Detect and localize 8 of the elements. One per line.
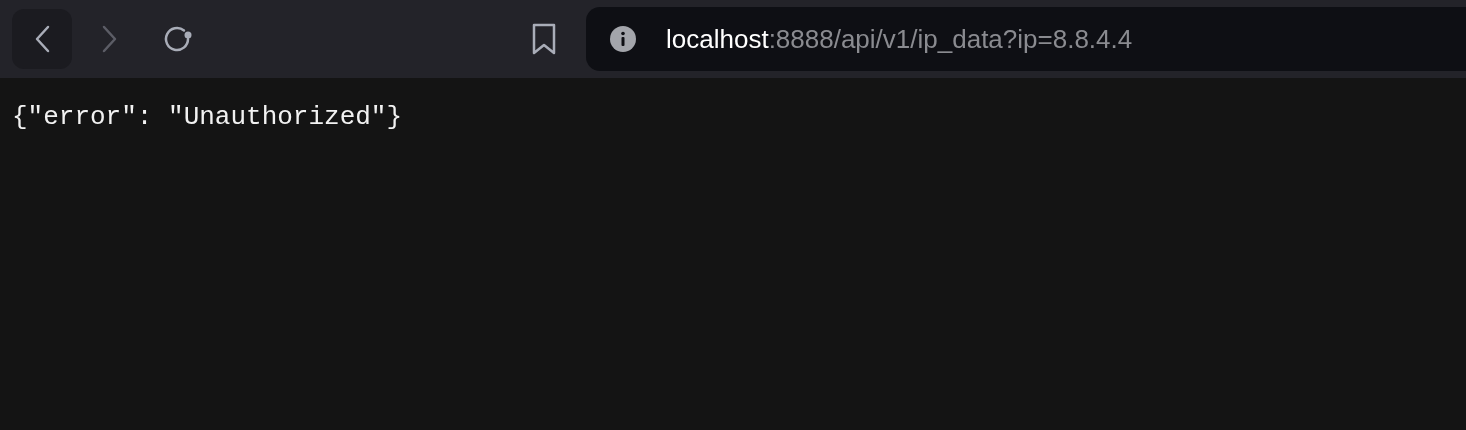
info-icon: [610, 26, 636, 52]
back-button[interactable]: [12, 9, 72, 69]
response-text: {"error": "Unauthorized"}: [11, 101, 404, 134]
url-text: localhost:8888/api/v1/ip_data?ip=8.8.4.4: [666, 23, 1133, 55]
address-bar[interactable]: localhost:8888/api/v1/ip_data?ip=8.8.4.4: [586, 7, 1466, 71]
forward-icon: [102, 25, 118, 53]
back-icon: [34, 25, 50, 53]
bookmark-icon: [532, 23, 556, 55]
